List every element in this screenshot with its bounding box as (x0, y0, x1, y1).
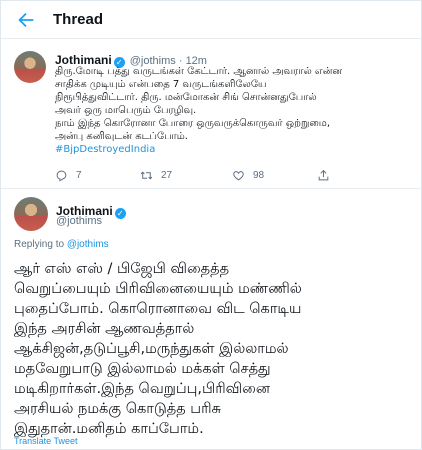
tweet-line: நாம் இந்த கொரோனா போரை ஒருவருக்கொருவர் ஒற… (55, 118, 331, 129)
thread-page: Thread Jothimani ✓ @jothims · 12m திரு.மோ… (0, 0, 422, 450)
author-handle[interactable]: @jothims (56, 215, 102, 227)
translate-tweet-link[interactable]: Translate Tweet (14, 436, 78, 446)
tweet-line: சாதிக்க முடியும் என்பதை 7 வருடங்களிலேயே (55, 79, 267, 90)
parent-tweet[interactable]: Jothimani ✓ @jothims · 12m திரு.மோடி பத்த… (1, 39, 422, 189)
reply-count: 7 (76, 170, 82, 181)
replying-to-link[interactable]: @jothims (67, 239, 109, 250)
tweet-text: திரு.மோடி பத்து வருடங்கள் கேட்டார். ஆனால… (55, 65, 405, 156)
arrow-left-icon[interactable] (15, 9, 37, 31)
tweet-line: மடிகிறார்கள்.இந்த வெறுப்பு,பிரிவினை (14, 381, 270, 397)
share-icon (318, 169, 329, 181)
tweet-line: ஆக்சிஜன்,தடுப்பூசி,மருந்துகள் இல்லாமல் (14, 341, 289, 357)
thread-header: Thread (1, 1, 422, 39)
like-button[interactable]: 98 (232, 169, 264, 182)
page-title: Thread (53, 11, 104, 28)
replying-prefix: Replying to (14, 239, 67, 250)
verified-badge-icon: ✓ (114, 208, 126, 219)
tweet-line: ஆர் எஸ் எஸ் / பிஜேபி விதைத்த (14, 261, 230, 277)
tweet-line: புதைப்போம். கொரொனாவை விட கொடிய (14, 301, 302, 317)
hashtag-link[interactable]: #BjpDestroyedIndia (55, 143, 405, 156)
tweet-line: நிரூபித்துவிட்டார். திரு. மன்மோகன் சிங் … (55, 92, 317, 103)
avatar[interactable] (14, 51, 46, 83)
tweet-actions: 7 27 98 (55, 169, 355, 183)
tweet-text: ஆர் எஸ் எஸ் / பிஜேபி விதைத்த வெறுப்பையும… (14, 259, 414, 439)
tweet-line: திரு.மோடி பத்து வருடங்கள் கேட்டார். ஆனால… (55, 66, 343, 77)
tweet-line: மதவேறுபாடு இல்லாமல் மக்கள் செத்து (14, 361, 271, 377)
avatar[interactable] (14, 197, 48, 231)
replying-to: Replying to @jothims (14, 239, 109, 250)
retweet-button[interactable]: 27 (140, 169, 172, 182)
tweet-line: அன்பு கனிவுடன் கடப்போம். (55, 131, 188, 142)
tweet-line: வெறுப்பையும் பிரிவினையையும் மண்ணில் (14, 281, 302, 297)
tweet-line: இந்த அரசின் ஆணவத்தால் (14, 321, 195, 337)
reply-icon (56, 170, 67, 182)
reply-button[interactable]: 7 (55, 169, 82, 182)
retweet-count: 27 (161, 170, 173, 181)
tweet-line: அரசியல் நமக்கு கொடுத்த பரிசு (14, 401, 221, 417)
heart-icon (233, 171, 244, 181)
share-button[interactable] (317, 169, 338, 182)
retweet-icon (140, 171, 153, 180)
like-count: 98 (253, 170, 265, 181)
tweet-line: அவர் ஒரு மாபெரும் பேரழிவு. (55, 105, 197, 116)
